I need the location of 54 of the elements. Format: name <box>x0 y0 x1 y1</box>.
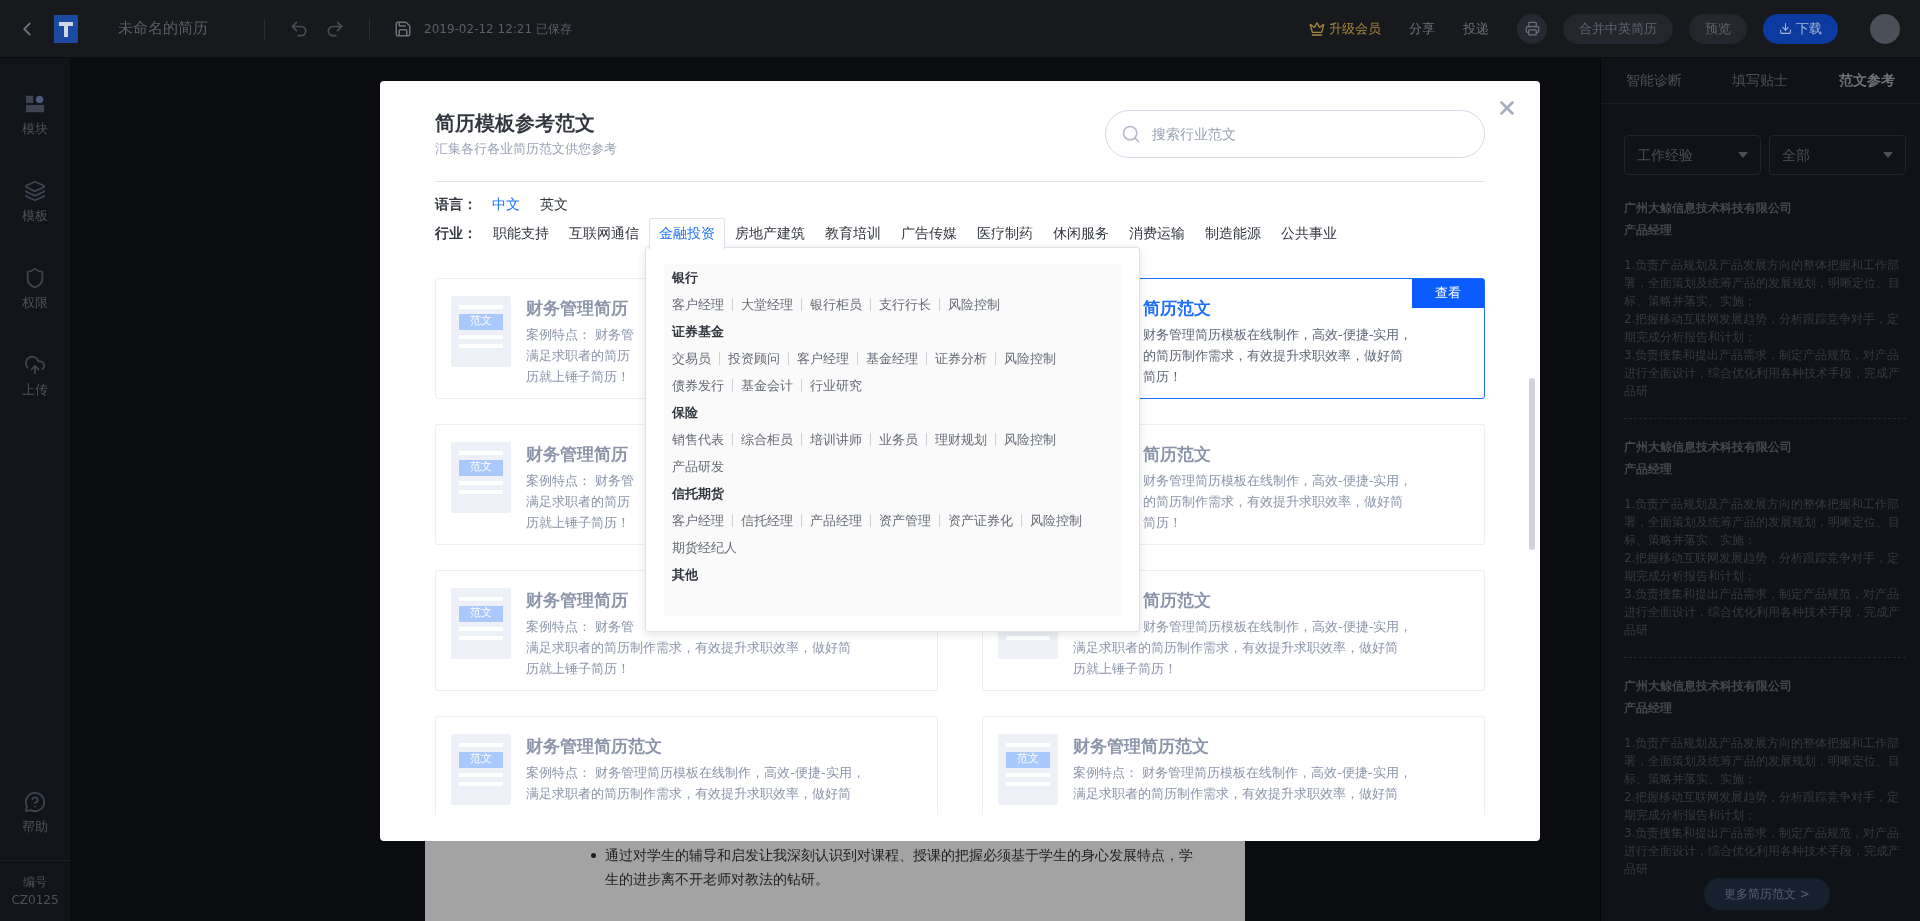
thumbnail-label: 范文 <box>459 313 503 330</box>
card-description: 满足求职者的简历制作需求，有效提升求职效率，做好简 <box>1073 784 1398 803</box>
card-description: 财务管理简历模板在线制作，高效-便捷-实用， <box>1143 617 1413 636</box>
save-status: 2019-02-12 12:21 已保存 <box>424 20 572 38</box>
resume-bullet-text: 通过对学生的辅导和启发让我深刻认识到对课程、授课的把握必须基于学生的身心发展特点，学生的进步离不开老师对教法的钻研。 <box>605 846 1194 889</box>
card-description: 满足求职者的简历 <box>526 492 630 511</box>
card-title: 财务管理简历 <box>526 296 628 320</box>
filter-label: 行业： <box>435 224 478 243</box>
thumbnail-label: 范文 <box>459 605 503 622</box>
thumbnail-label: 范文 <box>459 751 503 768</box>
card-description: 财务管理简历模板在线制作，高效-便捷-实用， <box>1143 325 1413 344</box>
card-description: 历就上锤子简历！ <box>1073 659 1177 678</box>
role-name: 产品经理 <box>1624 461 1673 478</box>
card-description: 满足求职者的简历 <box>526 346 630 365</box>
card-description: 历就上锤子简历！ <box>526 367 630 386</box>
card-description: 案例特点： 财务管 <box>526 325 635 344</box>
thumbnail-label: 范文 <box>1006 751 1050 768</box>
code-value: CZ0125 <box>11 892 59 909</box>
card-title: 财务管理简历范文 <box>526 734 662 758</box>
card-description: 满足求职者的简历制作需求，有效提升求职效率，做好简 <box>1073 638 1398 657</box>
filter-label: 语言： <box>435 195 478 214</box>
card-description: 案例特点： 财务管理简历模板在线制作，高效-便捷-实用， <box>526 763 865 782</box>
category-heading: 证券基金 <box>672 323 725 341</box>
category-heading: 保险 <box>672 404 699 422</box>
card-description: 历就上锤子简历！ <box>526 659 630 678</box>
category-heading: 其他 <box>672 566 699 584</box>
card-description: 简历！ <box>1143 513 1182 532</box>
card-title: 简历范文 <box>1143 588 1211 612</box>
card-description: 历就上锤子简历！ <box>526 513 630 532</box>
card-title: 财务管理简历 <box>526 588 628 612</box>
card-description: 案例特点： 财务管 <box>526 471 635 490</box>
card-description: 满足求职者的简历制作需求，有效提升求职效率，做好简 <box>526 638 851 657</box>
category-heading: 银行 <box>672 269 699 287</box>
card-description: 简历！ <box>1143 367 1182 386</box>
card-title: 财务管理简历范文 <box>1073 734 1209 758</box>
card-description: 的简历制作需求，有效提升求职效率，做好简 <box>1143 346 1403 365</box>
card-description: 案例特点： 财务管理简历模板在线制作，高效-便捷-实用， <box>1073 763 1412 782</box>
category-heading: 信托期货 <box>672 485 725 503</box>
card-description: 案例特点： 财务管 <box>526 617 635 636</box>
thumbnail-label: 范文 <box>459 459 503 476</box>
company-name: 广州大鲸信息技术科技有限公司 <box>1624 678 1793 695</box>
company-name: 广州大鲸信息技术科技有限公司 <box>1624 439 1793 456</box>
card-description: 满足求职者的简历制作需求，有效提升求职效率，做好简 <box>526 784 851 803</box>
company-name: 广州大鲸信息技术科技有限公司 <box>1624 200 1793 217</box>
modal-subtitle: 汇集各行各业简历范文供您参考 <box>435 140 617 158</box>
code-label: 编号 <box>23 874 47 891</box>
role-name: 产品经理 <box>1624 222 1673 239</box>
role-name: 产品经理 <box>1624 700 1673 717</box>
card-title: 简历范文 <box>1143 296 1211 320</box>
card-title: 简历范文 <box>1143 442 1211 466</box>
modal-title: 简历模板参考范文 <box>435 110 596 137</box>
card-description: 财务管理简历模板在线制作，高效-便捷-实用， <box>1143 471 1413 490</box>
card-description: 的简历制作需求，有效提升求职效率，做好简 <box>1143 492 1403 511</box>
card-title: 财务管理简历 <box>526 442 628 466</box>
